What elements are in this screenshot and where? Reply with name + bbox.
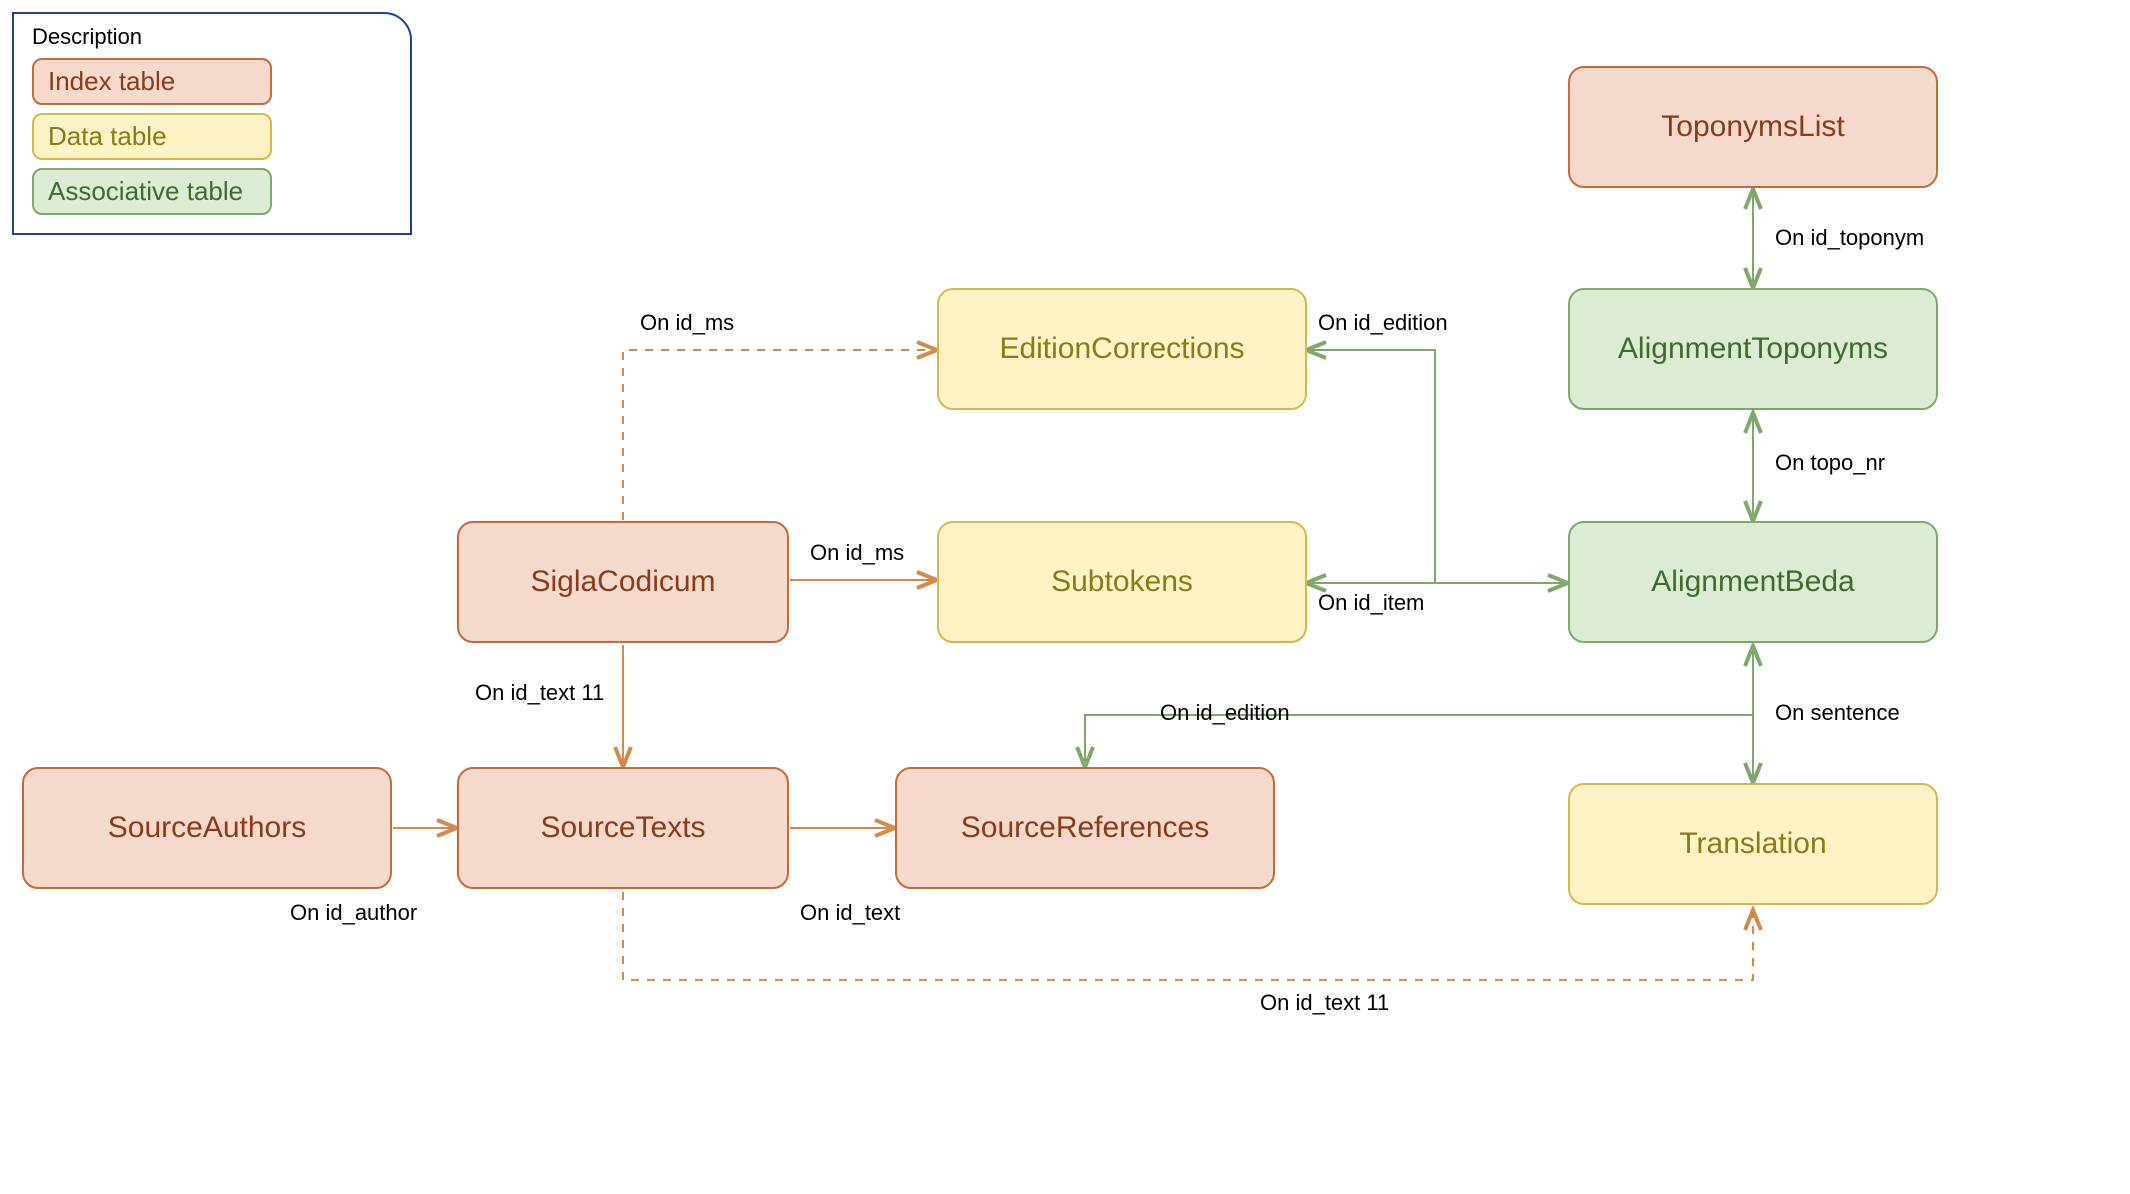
node-translation: Translation — [1568, 783, 1938, 905]
label-id-edition-top: On id_edition — [1318, 310, 1448, 336]
label-id-text-11-top: On id_text 11 — [475, 680, 604, 706]
legend-title: Description — [32, 24, 392, 50]
node-alignment-beda: AlignmentBeda — [1568, 521, 1938, 643]
legend-box: Description Index table Data table Assoc… — [12, 12, 412, 235]
label-id-ms-dashed: On id_ms — [640, 310, 734, 336]
node-sigla-codicum: SiglaCodicum — [457, 521, 789, 643]
label-id-author: On id_author — [290, 900, 417, 926]
label-topo-nr: On topo_nr — [1775, 450, 1885, 476]
legend-index: Index table — [32, 58, 272, 105]
legend-data: Data table — [32, 113, 272, 160]
label-id-item: On id_item — [1318, 590, 1424, 616]
label-id-toponym: On id_toponym — [1775, 225, 1924, 251]
label-id-edition-mid: On id_edition — [1160, 700, 1290, 726]
label-id-ms-solid: On id_ms — [810, 540, 904, 566]
node-edition-corrections: EditionCorrections — [937, 288, 1307, 410]
node-subtokens: Subtokens — [937, 521, 1307, 643]
node-alignment-toponyms: AlignmentToponyms — [1568, 288, 1938, 410]
label-id-text: On id_text — [800, 900, 900, 926]
label-sentence: On sentence — [1775, 700, 1900, 726]
label-id-text-11-bottom: On id_text 11 — [1260, 990, 1389, 1016]
node-source-texts: SourceTexts — [457, 767, 789, 889]
node-toponyms-list: ToponymsList — [1568, 66, 1938, 188]
legend-assoc: Associative table — [32, 168, 272, 215]
node-source-authors: SourceAuthors — [22, 767, 392, 889]
node-source-references: SourceReferences — [895, 767, 1275, 889]
